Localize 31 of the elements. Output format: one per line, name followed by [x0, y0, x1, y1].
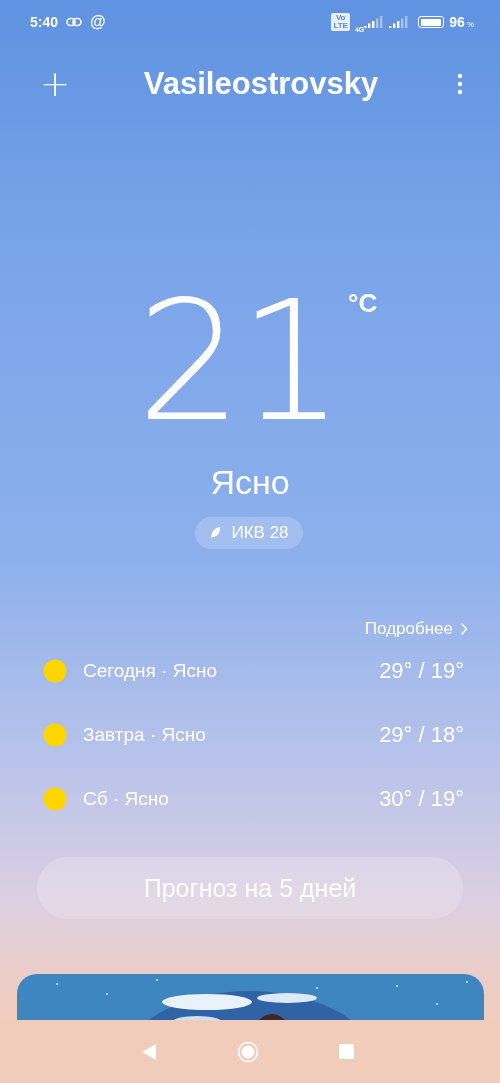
day-forecast-label: Сегодня · Ясно [83, 660, 218, 682]
temperature-range: 29° / 18° [379, 722, 464, 748]
at-sign: @ [90, 13, 106, 31]
battery-icon [418, 16, 445, 28]
leaf-icon [209, 526, 222, 540]
day-forecast-label: Завтра · Ясно [83, 724, 207, 746]
weather-condition: Ясно [209, 462, 291, 503]
temperature-range: 30° / 19° [379, 786, 464, 812]
add-button[interactable]: + [40, 66, 66, 102]
signal-icon [389, 16, 410, 28]
chevron-right-icon [460, 622, 468, 636]
link-icon [66, 17, 83, 27]
recents-icon[interactable] [338, 1044, 354, 1059]
details-link[interactable]: Подробнее [364, 619, 468, 639]
air-quality-button[interactable]: ИКВ 28 [195, 517, 303, 549]
home-icon[interactable] [236, 1040, 259, 1063]
sun-icon [43, 659, 67, 683]
percent-sign: % [466, 20, 474, 29]
battery-percent: 96 [449, 14, 465, 30]
sun-icon [43, 723, 67, 747]
volte-badge: Vo LTE [331, 13, 350, 31]
city-title: Vasileostrovsky [142, 66, 380, 102]
more-menu-icon[interactable] [456, 73, 464, 95]
sun-icon [43, 787, 67, 811]
status-time: 5:40 [30, 14, 59, 30]
day-forecast-label: Сб · Ясно [83, 788, 170, 810]
back-icon[interactable] [140, 1042, 157, 1061]
temperature-range: 29° / 19° [379, 658, 464, 684]
signal-icon [364, 16, 385, 28]
temperature-unit: °C [348, 288, 378, 320]
temperature: 21 [136, 288, 340, 436]
